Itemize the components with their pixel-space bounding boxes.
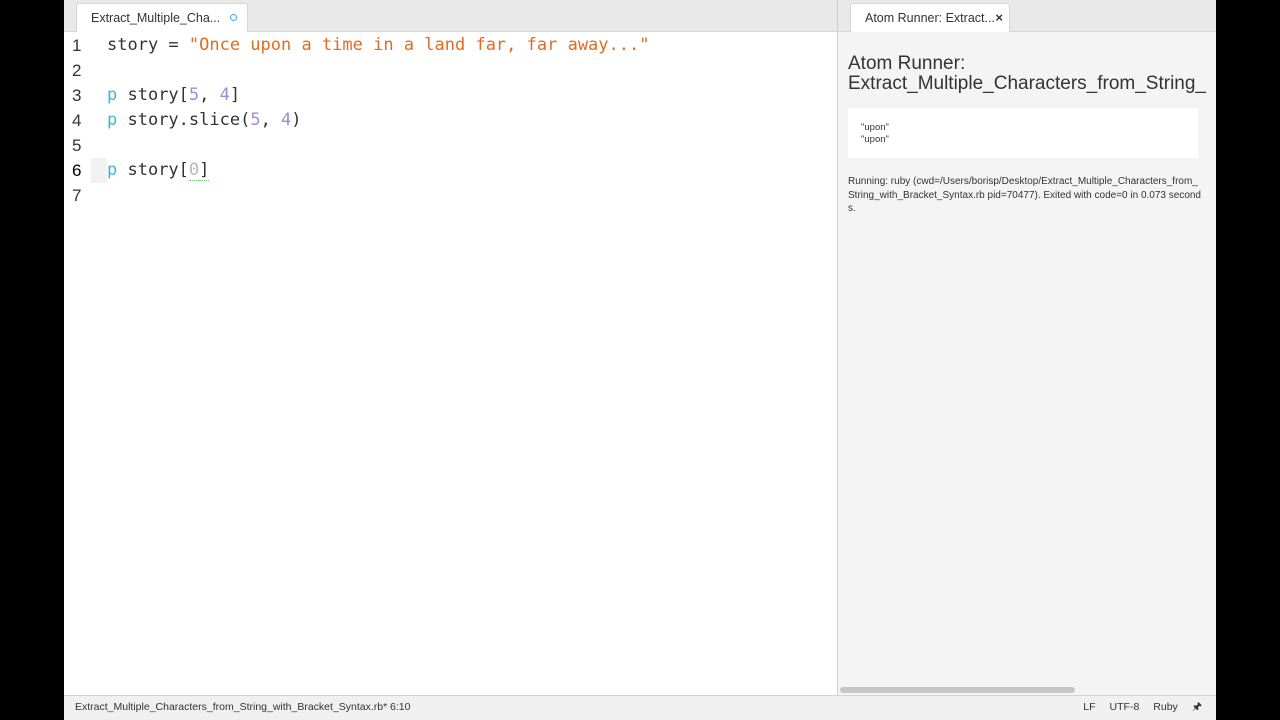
- editor-tab-label: Extract_Multiple_Cha...: [91, 11, 221, 25]
- code-line[interactable]: 4p story.slice(5, 4): [64, 108, 837, 133]
- code-token: p: [107, 85, 118, 105]
- code-token: 5: [250, 110, 261, 130]
- code-line[interactable]: 6p story[0]: [64, 158, 837, 183]
- code-line[interactable]: 3p story[5, 4]: [64, 83, 837, 108]
- line-number[interactable]: 3: [72, 83, 90, 108]
- runner-title-line2: Extract_Multiple_Characters_from_String_: [848, 73, 1206, 94]
- code-line[interactable]: 1 story = "Once upon a time in a land far…: [64, 33, 837, 58]
- code-token: 0: [188, 160, 200, 181]
- code-token: ]: [229, 85, 241, 105]
- line-content: p story[5, 4]: [107, 83, 240, 108]
- code-token: p: [107, 160, 118, 180]
- line-content: p story[0]: [107, 158, 210, 183]
- code-token: story[: [117, 85, 189, 105]
- line-content: story = "Once upon a time in a land far,…: [107, 33, 649, 58]
- editor-tab[interactable]: Extract_Multiple_Cha...: [76, 3, 248, 32]
- line-number[interactable]: 7: [72, 183, 90, 208]
- modified-indicator-icon[interactable]: [230, 14, 237, 21]
- line-number[interactable]: 5: [72, 133, 90, 158]
- status-right-group: LF UTF-8 Ruby 🖈: [1083, 696, 1202, 719]
- runner-title-line1: Atom Runner:: [848, 54, 966, 74]
- runner-output: "upon" "upon": [848, 108, 1198, 158]
- code-line[interactable]: 5: [64, 133, 837, 158]
- runner-status-message: Running: ruby (cwd=/Users/borisp/Desktop…: [848, 176, 1201, 214]
- code-line[interactable]: 2: [64, 58, 837, 83]
- line-number[interactable]: 1: [72, 33, 90, 58]
- horizontal-scrollbar[interactable]: [840, 687, 1075, 693]
- code-token: ]: [199, 160, 210, 181]
- code-editor[interactable]: 1 story = "Once upon a time in a land far…: [64, 33, 837, 693]
- code-token: story =: [107, 35, 189, 55]
- line-number[interactable]: 6: [72, 158, 90, 183]
- line-number[interactable]: 2: [72, 58, 90, 83]
- status-encoding[interactable]: UTF-8: [1110, 696, 1140, 719]
- pin-icon[interactable]: 🖈: [1192, 696, 1202, 719]
- runner-tab-label: Atom Runner: Extract...: [865, 11, 995, 25]
- status-cursor-position[interactable]: 6:10: [390, 696, 410, 719]
- cursor-line-highlight: [91, 158, 107, 183]
- atom-window: Extract_Multiple_Cha... 1 story = "Once u…: [64, 0, 1216, 720]
- status-file-path[interactable]: Extract_Multiple_Characters_from_String_…: [75, 696, 387, 719]
- status-grammar[interactable]: Ruby: [1153, 696, 1178, 719]
- code-token: story.slice(: [117, 110, 251, 130]
- status-line-ending[interactable]: LF: [1083, 696, 1095, 719]
- code-token: story[: [117, 160, 189, 180]
- editor-tabbar: Extract_Multiple_Cha...: [64, 0, 837, 32]
- code-token: 5: [188, 85, 200, 105]
- code-token: p: [107, 110, 118, 130]
- runner-pane: Atom Runner: Extract... × Atom Runner: E…: [838, 0, 1216, 695]
- output-line: "upon": [861, 134, 889, 145]
- code-token: "Once upon a time in a land far, far awa…: [188, 35, 650, 55]
- code-token: ): [291, 110, 302, 130]
- status-bar: Extract_Multiple_Characters_from_String_…: [64, 695, 1216, 720]
- output-line: "upon": [861, 122, 889, 133]
- code-token: 4: [219, 85, 230, 105]
- runner-tab[interactable]: Atom Runner: Extract... ×: [850, 3, 1010, 32]
- line-content: p story.slice(5, 4): [107, 108, 302, 133]
- code-token: 4: [281, 110, 292, 130]
- code-token: ,: [260, 110, 282, 130]
- runner-title: Atom Runner: Extract_Multiple_Characters…: [848, 54, 1216, 94]
- code-line[interactable]: 7: [64, 183, 837, 208]
- editor-pane: Extract_Multiple_Cha... 1 story = "Once u…: [64, 0, 838, 695]
- runner-tabbar: Atom Runner: Extract... ×: [838, 0, 1216, 32]
- line-number[interactable]: 4: [72, 108, 90, 133]
- close-icon[interactable]: ×: [995, 4, 1003, 32]
- code-token: ,: [199, 85, 220, 105]
